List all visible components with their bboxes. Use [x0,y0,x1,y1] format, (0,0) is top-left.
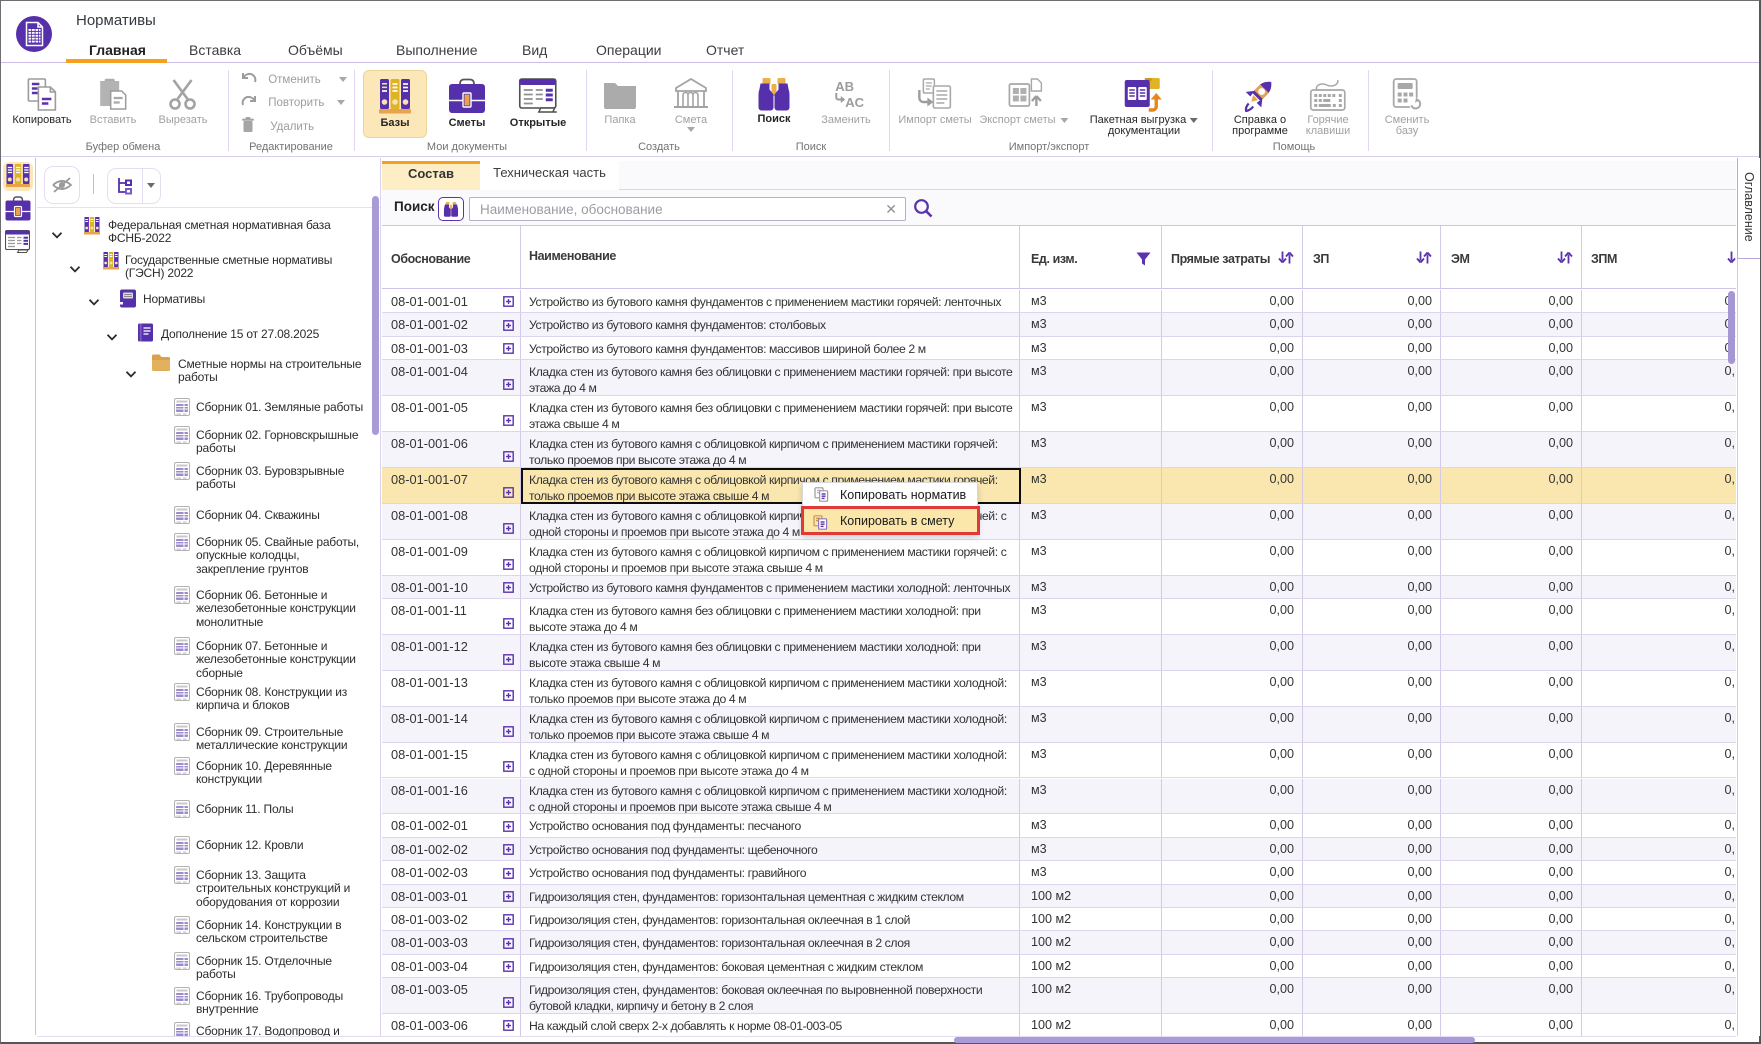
svg-text:AC: AC [845,95,864,110]
svg-text:AB: AB [835,79,854,94]
